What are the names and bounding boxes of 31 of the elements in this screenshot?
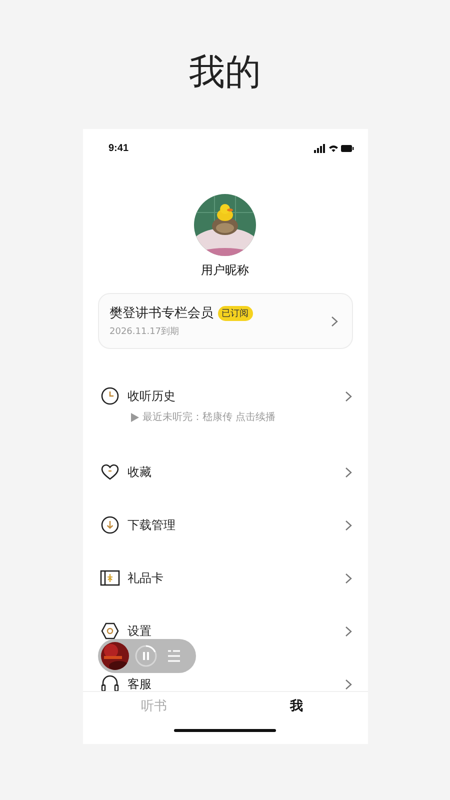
menu-item[interactable]: 下载管理 <box>100 511 352 539</box>
chevron-icon <box>344 572 352 584</box>
page-title: 我的 <box>189 51 261 95</box>
gift-card-icon <box>100 570 120 586</box>
expiry-date: 2026.11.17到期 <box>110 326 180 338</box>
download-icon <box>100 516 120 534</box>
chevron-icon <box>344 626 352 636</box>
chevron-icon <box>344 466 352 478</box>
menu-item[interactable]: 设置 <box>100 617 352 645</box>
user-nickname[interactable]: 用户昵称 <box>201 262 249 279</box>
membership-title: 樊登讲书专栏会员 <box>110 305 214 322</box>
playlist-button[interactable] <box>166 650 180 662</box>
chevron-icon <box>344 678 352 690</box>
membership-card[interactable]: 樊登讲书专栏会员 已订阅 2026.11.17到期 <box>98 293 352 349</box>
status-time: 9:41 <box>108 142 129 154</box>
clock-icon <box>100 387 120 405</box>
pause-button[interactable] <box>134 645 156 667</box>
tab[interactable]: 我 <box>225 692 368 715</box>
chevron-icon <box>344 390 352 402</box>
headset-icon <box>100 675 120 691</box>
menu-item[interactable]: 礼品卡 <box>100 564 352 592</box>
menu-item[interactable]: 收藏 <box>100 458 352 486</box>
chevron-icon <box>344 520 352 530</box>
menu-item[interactable]: 客服 <box>100 670 352 691</box>
subscribed-badge: 已订阅 <box>218 306 252 320</box>
menu-item[interactable]: 收听历史 <box>100 382 352 410</box>
chevron-icon <box>330 316 338 326</box>
heart-icon <box>100 464 120 480</box>
play-icon <box>130 412 138 422</box>
settings-icon <box>100 622 120 640</box>
status-icons <box>314 144 354 152</box>
